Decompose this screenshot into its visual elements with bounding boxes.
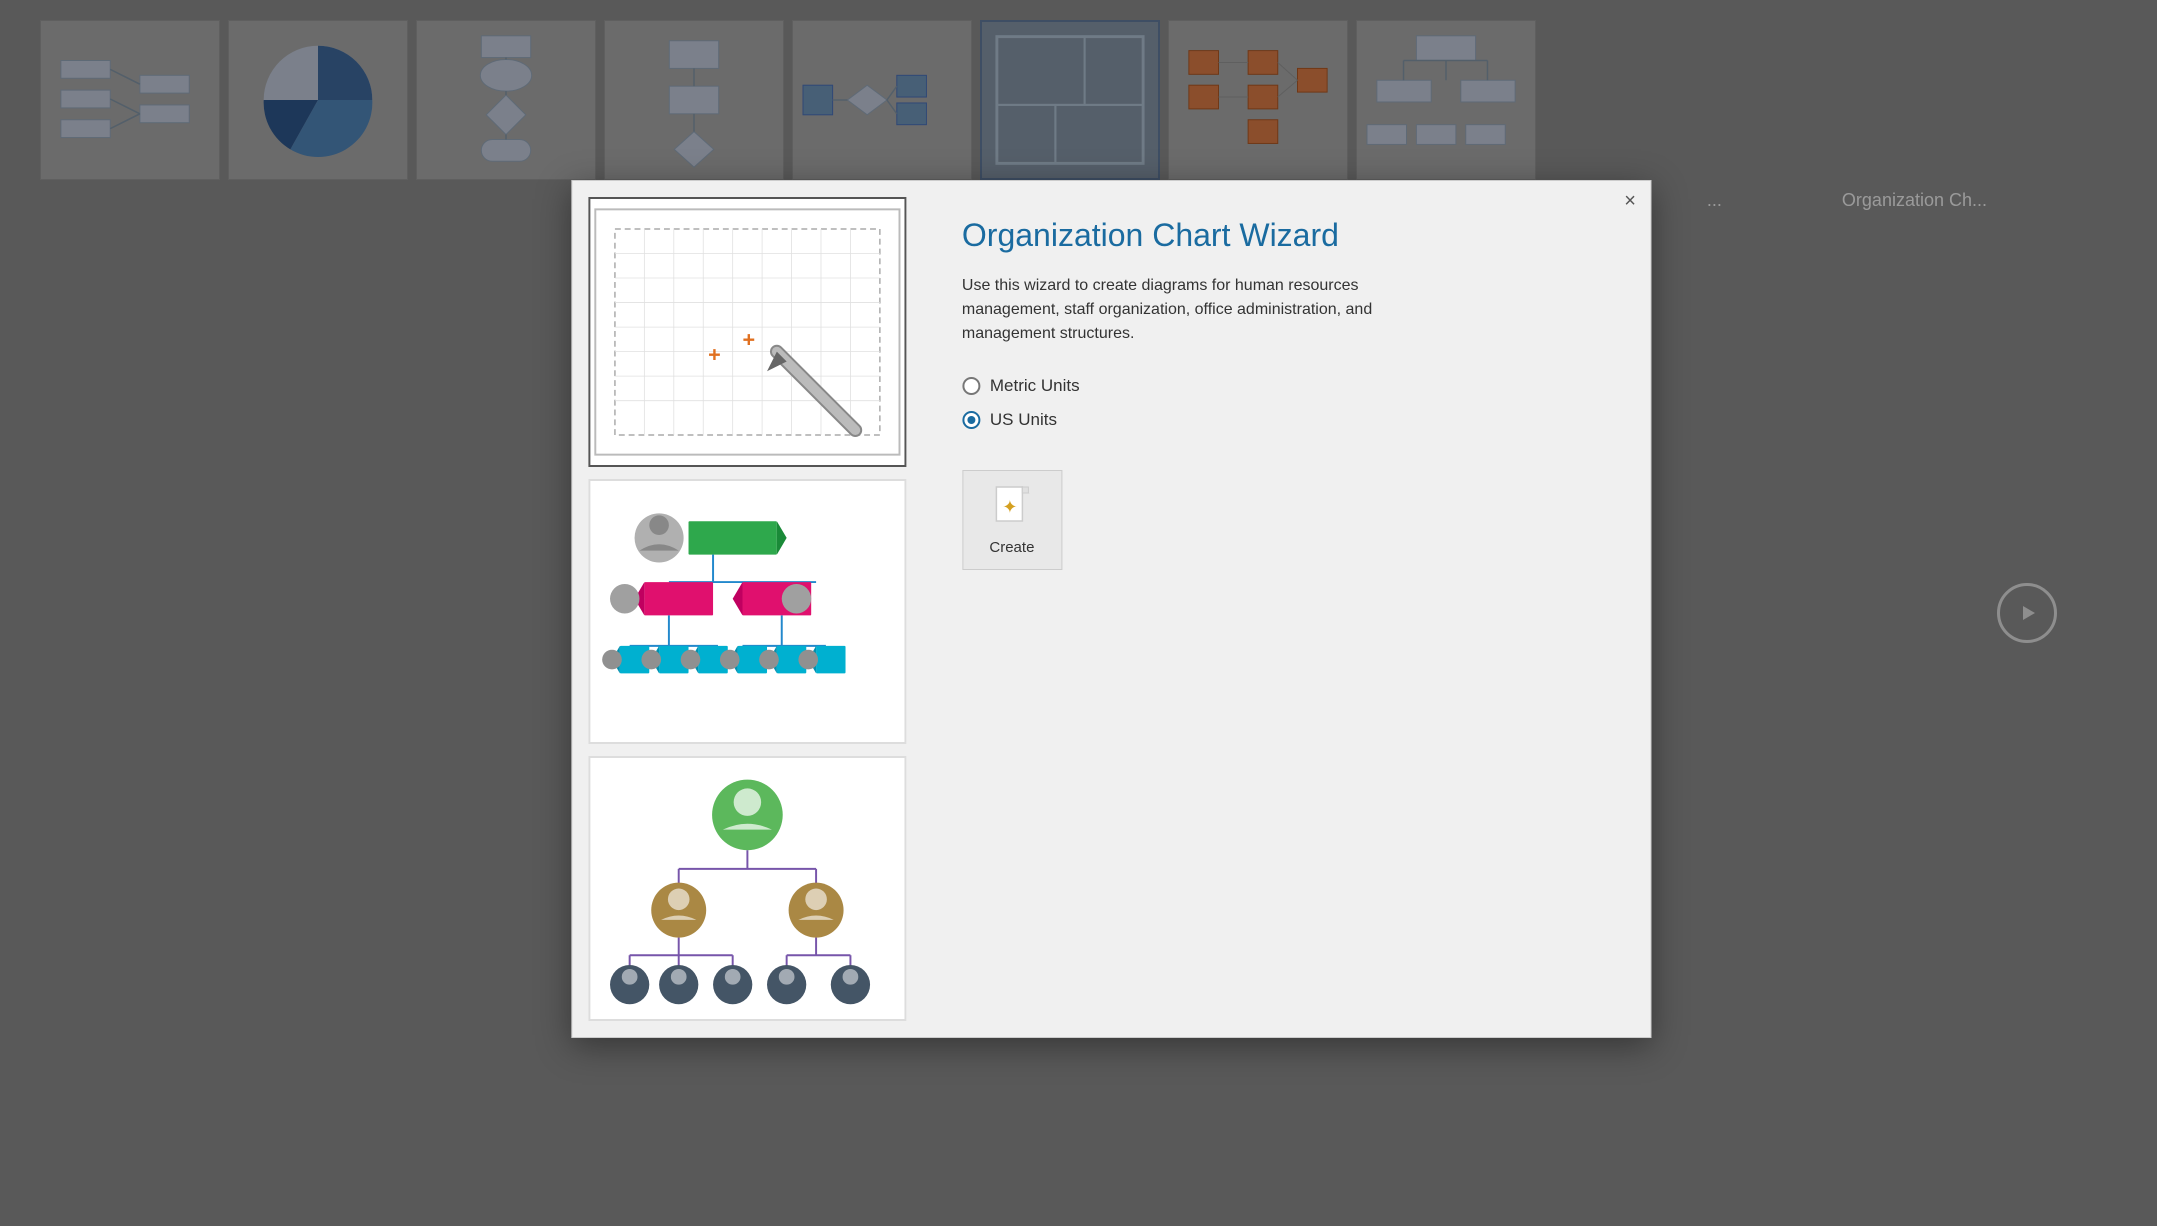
modal-thumbnails-panel: + + xyxy=(572,181,922,1037)
units-radio-group: Metric Units US Units xyxy=(962,376,1610,430)
modal-wizard-panel: Organization Chart Wizard Use this wizar… xyxy=(922,181,1650,1037)
modal-close-button[interactable]: × xyxy=(1624,191,1636,211)
metric-units-label: Metric Units xyxy=(990,376,1080,396)
create-label: Create xyxy=(989,539,1034,556)
svg-text:+: + xyxy=(708,341,721,366)
thumbnail-people[interactable] xyxy=(588,756,906,1021)
svg-text:+: + xyxy=(742,327,755,352)
svg-text:✦: ✦ xyxy=(1002,497,1017,517)
us-units-radio[interactable] xyxy=(962,411,980,429)
us-units-label: US Units xyxy=(990,410,1057,430)
wizard-title: Organization Chart Wizard xyxy=(962,217,1610,254)
modal-dialog: × xyxy=(571,180,1651,1038)
wizard-description: Use this wizard to create diagrams for h… xyxy=(962,274,1382,346)
thumbnail-blank[interactable]: + + xyxy=(588,197,906,467)
metric-units-option[interactable]: Metric Units xyxy=(962,376,1610,396)
us-units-option[interactable]: US Units xyxy=(962,410,1610,430)
thumbnail-colorful[interactable] xyxy=(588,479,906,744)
create-icon: ✦ xyxy=(992,485,1032,531)
modal-body: + + xyxy=(572,181,1650,1037)
metric-units-radio[interactable] xyxy=(962,377,980,395)
create-button[interactable]: ✦ Create xyxy=(962,470,1062,570)
